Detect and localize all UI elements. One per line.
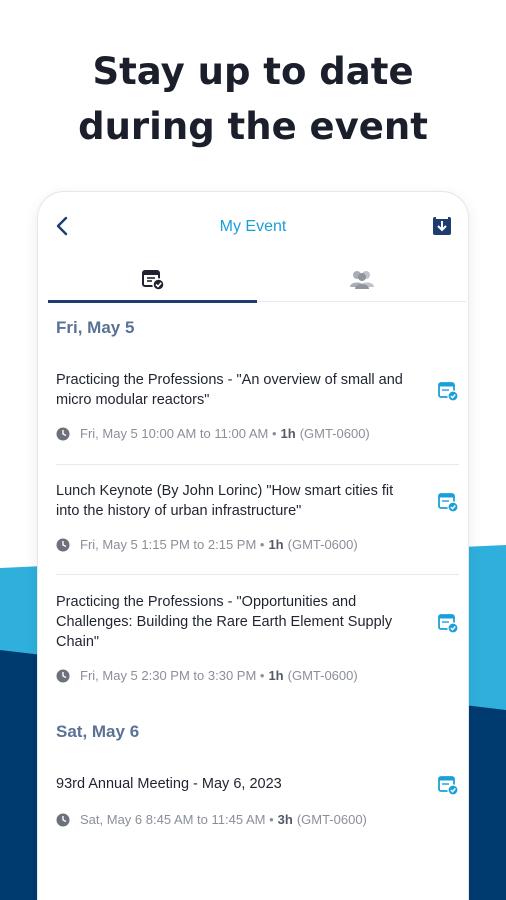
- session-item[interactable]: Practicing the Professions - "Opportunit…: [56, 592, 459, 683]
- session-time: Fri, May 5 2:30 PM to 3:30 PM • 1h (GMT-…: [56, 668, 358, 683]
- tab-my-schedule[interactable]: [48, 256, 257, 303]
- session-timezone: (GMT-0600): [296, 812, 367, 827]
- divider: [56, 464, 459, 465]
- session-duration: 1h: [280, 426, 296, 441]
- session-title: 93rd Annual Meeting - May 6, 2023: [56, 776, 282, 792]
- session-timezone: (GMT-0600): [299, 426, 370, 441]
- session-time-range: Fri, May 5 1:15 PM to 2:15 PM •: [80, 537, 265, 552]
- app-bar: My Event: [38, 192, 468, 262]
- session-timezone: (GMT-0600): [287, 537, 358, 552]
- active-tab-indicator: [48, 300, 257, 303]
- phone-screen: My Event Fri, May 5 Practicing the Profe…: [38, 192, 468, 900]
- session-title: Practicing the Professions - "An overvie…: [56, 372, 403, 408]
- session-item[interactable]: Lunch Keynote (By John Lorinc) "How smar…: [56, 481, 459, 552]
- clock-icon: [56, 538, 70, 551]
- download-button[interactable]: [432, 216, 452, 236]
- session-title: Lunch Keynote (By John Lorinc) "How smar…: [56, 483, 394, 519]
- session-item[interactable]: 93rd Annual Meeting - May 6, 2023 Sat, M…: [56, 774, 459, 827]
- page-title: My Event: [219, 218, 287, 235]
- session-title: Practicing the Professions - "Opportunit…: [56, 594, 393, 650]
- session-time: Fri, May 5 1:15 PM to 2:15 PM • 1h (GMT-…: [56, 537, 358, 552]
- session-time-range: Fri, May 5 2:30 PM to 3:30 PM •: [80, 668, 265, 683]
- calendar-check-icon[interactable]: [437, 380, 459, 402]
- day-header: Sat, May 6: [56, 722, 140, 741]
- headline-line-1: Stay up to date: [92, 50, 414, 93]
- clock-icon: [56, 669, 70, 682]
- calendar-check-icon: [141, 270, 165, 291]
- session-duration: 3h: [277, 812, 293, 827]
- session-duration: 1h: [268, 668, 284, 683]
- tab-bar: [48, 256, 466, 303]
- divider: [56, 574, 459, 575]
- people-icon: [349, 271, 374, 289]
- tab-attendees[interactable]: [257, 256, 466, 302]
- clock-icon: [56, 813, 70, 826]
- session-time: Fri, May 5 10:00 AM to 11:00 AM • 1h (GM…: [56, 426, 370, 441]
- session-duration: 1h: [268, 537, 284, 552]
- session-time: Sat, May 6 8:45 AM to 11:45 AM • 3h (GMT…: [56, 812, 367, 827]
- calendar-check-icon[interactable]: [437, 774, 459, 796]
- headline: Stay up to date during the event: [0, 44, 506, 154]
- download-icon: [433, 217, 451, 235]
- clock-icon: [56, 427, 70, 440]
- session-timezone: (GMT-0600): [287, 668, 358, 683]
- session-time-range: Sat, May 6 8:45 AM to 11:45 AM •: [80, 812, 274, 827]
- calendar-check-icon[interactable]: [437, 612, 459, 634]
- day-header: Fri, May 5: [56, 318, 135, 337]
- session-item[interactable]: Practicing the Professions - "An overvie…: [56, 370, 459, 441]
- calendar-check-icon[interactable]: [437, 491, 459, 513]
- session-time-range: Fri, May 5 10:00 AM to 11:00 AM •: [80, 426, 277, 441]
- headline-line-2: during the event: [78, 105, 428, 148]
